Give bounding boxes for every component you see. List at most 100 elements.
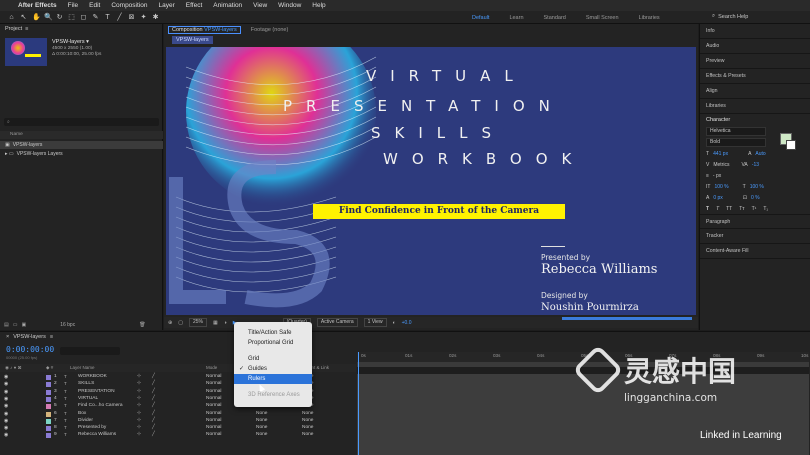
quality-switch-icon[interactable]: ╱ (152, 381, 155, 386)
layer-name[interactable]: Find Co...ho Camera (78, 403, 123, 408)
superscript-icon[interactable]: T¹ (752, 206, 757, 212)
visibility-eye-icon[interactable]: ◉ (4, 403, 8, 409)
new-comp-icon[interactable]: ▣ (21, 322, 26, 328)
stamp-tool-icon[interactable]: ⊠ (128, 14, 135, 21)
visibility-eye-icon[interactable]: ◉ (4, 411, 8, 417)
layer-name[interactable]: WORKBOOK (78, 374, 107, 379)
font-size-value[interactable]: 441 px (713, 151, 728, 157)
visibility-eye-icon[interactable]: ◉ (4, 396, 8, 402)
shy-switch-icon[interactable]: ⊹ (137, 418, 141, 423)
menu-window[interactable]: Window (278, 2, 301, 9)
viewer-scrollbar[interactable] (562, 317, 692, 320)
visibility-eye-icon[interactable]: ◉ (4, 425, 8, 431)
shy-switch-icon[interactable]: ⊹ (137, 403, 141, 408)
layer-name[interactable]: Rebecca Williams (78, 432, 116, 437)
faux-bold-icon[interactable]: T (706, 206, 709, 212)
vertical-scale-value[interactable]: 100 % (714, 184, 728, 190)
blend-mode-dropdown[interactable]: Normal (206, 432, 221, 437)
blend-mode-dropdown[interactable]: Normal (206, 389, 221, 394)
layer-row[interactable]: ◉ 9 T Rebecca Williams ⊹ ╱ Normal None None (0, 432, 356, 439)
panel-preview[interactable]: Preview (700, 54, 810, 69)
snapshot-icon[interactable]: ▢ (178, 320, 183, 326)
project-search-input[interactable]: ⌕ (4, 118, 159, 126)
project-row-folder[interactable]: ▸ ▭ VPSW-layers Layers (0, 150, 163, 158)
layer-name[interactable]: Box (78, 411, 86, 416)
quality-switch-icon[interactable]: ╱ (152, 418, 155, 423)
track-matte-dropdown[interactable]: None (256, 418, 267, 423)
layer-label-color[interactable] (46, 433, 51, 439)
layer-label-color[interactable] (46, 404, 51, 410)
menu-item-proportional-grid[interactable]: Proportional Grid (234, 338, 312, 348)
tab-composition[interactable]: Composition VPSW-layers (168, 25, 241, 34)
tracking-value[interactable]: -13 (752, 162, 759, 168)
timeline-tab[interactable]: × VPSW-layers ≡ (0, 332, 810, 342)
search-help[interactable]: ⌕ Search Help (712, 13, 748, 20)
menu-layer[interactable]: Layer (158, 2, 174, 9)
home-icon[interactable]: ⌂ (8, 14, 15, 21)
trash-icon[interactable]: 🗑 (139, 322, 145, 328)
layer-name-header[interactable]: Layer Name (70, 365, 95, 370)
quality-switch-icon[interactable]: ╱ (152, 403, 155, 408)
quality-switch-icon[interactable]: ╱ (152, 432, 155, 437)
camera-dropdown[interactable]: Active Camera (316, 318, 358, 327)
project-list-header[interactable]: Name (0, 131, 163, 139)
blend-mode-dropdown[interactable]: Normal (206, 418, 221, 423)
layer-name[interactable]: Presented by (78, 425, 106, 430)
visibility-eye-icon[interactable]: ◉ (4, 418, 8, 424)
layer-name[interactable]: PRESENTATION (78, 389, 115, 394)
font-style-dropdown[interactable]: Bold (706, 138, 766, 147)
subscript-icon[interactable]: T₁ (763, 206, 768, 212)
parent-dropdown[interactable]: None (302, 425, 313, 430)
shy-switch-icon[interactable]: ⊹ (137, 374, 141, 379)
grid-guide-icon[interactable]: ▦ (213, 320, 218, 326)
quality-switch-icon[interactable]: ╱ (152, 374, 155, 379)
layer-label-color[interactable] (46, 389, 51, 395)
leading-value[interactable]: Auto (755, 151, 765, 157)
camera-tool-icon[interactable]: ⬚ (68, 14, 75, 21)
layer-label-color[interactable] (46, 382, 51, 388)
layer-name[interactable]: SKILLS (78, 381, 94, 386)
workspace-small-screen[interactable]: Small Screen (576, 15, 629, 21)
shy-switch-icon[interactable]: ⊹ (137, 411, 141, 416)
layer-label-color[interactable] (46, 426, 51, 432)
panel-menu-icon[interactable]: ≡ (25, 26, 28, 32)
zoom-tool-icon[interactable]: 🔍 (44, 14, 53, 21)
visibility-eye-icon[interactable]: ◉ (4, 374, 8, 380)
workspace-standard[interactable]: Standard (534, 15, 576, 21)
horizontal-scale-value[interactable]: 100 % (750, 184, 764, 190)
quality-switch-icon[interactable]: ╱ (152, 411, 155, 416)
kerning-value[interactable]: Metrics (713, 162, 729, 168)
quality-switch-icon[interactable]: ╱ (152, 425, 155, 430)
layer-row[interactable]: ◉ 6 T Box ⊹ ╱ Normal None None (0, 411, 356, 418)
quality-switch-icon[interactable]: ╱ (152, 389, 155, 394)
pen-tool-icon[interactable]: ✎ (92, 14, 99, 21)
layer-row[interactable]: ◉ 7 T Divider ⊹ ╱ Normal None None (0, 418, 356, 425)
workspace-default[interactable]: Default (462, 15, 499, 21)
all-caps-icon[interactable]: TT (726, 206, 732, 212)
tab-footage[interactable]: Footage (none) (251, 27, 289, 33)
shy-switch-icon[interactable]: ⊹ (137, 425, 141, 430)
tsume-value[interactable]: 0 % (751, 195, 760, 201)
rotate-tool-icon[interactable]: ↻ (56, 14, 63, 21)
layer-label-color[interactable] (46, 418, 51, 424)
new-folder-icon[interactable]: ▭ (13, 322, 18, 328)
shy-switch-icon[interactable]: ⊹ (137, 389, 141, 394)
magnifier-icon[interactable]: ⊕ (168, 320, 172, 326)
panel-tracker[interactable]: Tracker (700, 229, 810, 244)
exposure-value[interactable]: +0.0 (402, 320, 412, 326)
brush-tool-icon[interactable]: ╱ (116, 14, 123, 21)
faux-italic-icon[interactable]: T (716, 206, 719, 212)
parent-dropdown[interactable]: None (302, 411, 313, 416)
panel-effects-presets[interactable]: Effects & Presets (700, 69, 810, 84)
layer-label-color[interactable] (46, 375, 51, 380)
blend-mode-dropdown[interactable]: Normal (206, 396, 221, 401)
menu-item-rulers[interactable]: Rulers (234, 374, 312, 384)
menu-file[interactable]: File (68, 2, 78, 9)
stroke-width-value[interactable]: - px (713, 173, 721, 179)
close-icon[interactable]: × (6, 334, 9, 340)
track-matte-dropdown[interactable]: None (256, 411, 267, 416)
selection-tool-icon[interactable]: ↖ (20, 14, 27, 21)
interpret-footage-icon[interactable]: ▤ (4, 322, 9, 328)
exposure-icon[interactable]: ◐ (393, 320, 396, 326)
type-tool-icon[interactable]: T (104, 14, 111, 21)
